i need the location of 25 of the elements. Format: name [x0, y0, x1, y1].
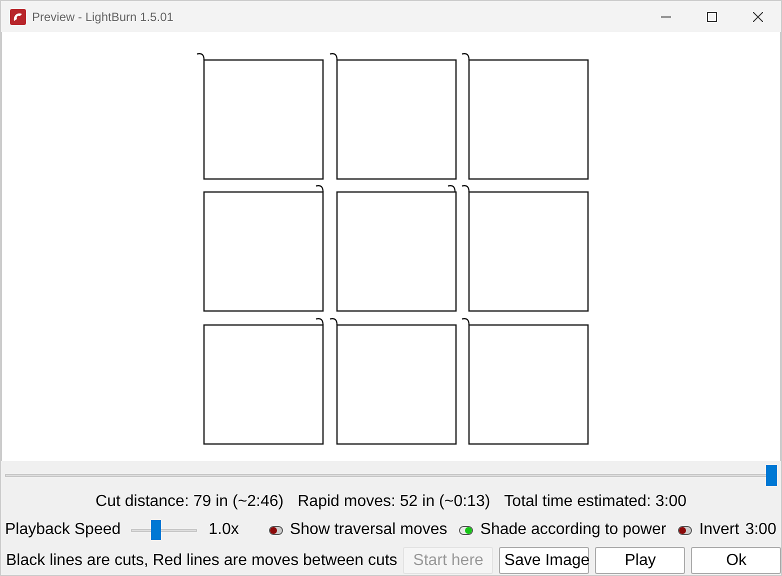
- rapid-moves-text: Rapid moves: 52 in (~0:13): [298, 493, 490, 511]
- toggle-label: Shade according to power: [480, 521, 666, 539]
- legend-text: Black lines are cuts, Red lines are moves between cuts: [6, 552, 398, 570]
- action-button[interactable]: Ok: [691, 547, 782, 574]
- maximize-icon[interactable]: [707, 12, 717, 22]
- toggle-switch[interactable]: [459, 526, 474, 534]
- app-logo-icon: [10, 8, 26, 24]
- playback-speed-label: Playback Speed: [5, 521, 121, 539]
- toggle-label: Invert: [699, 521, 740, 539]
- action-button[interactable]: Save Image: [499, 547, 590, 574]
- cut-distance-text: Cut distance: 79 in (~2:46): [96, 493, 284, 511]
- toggle-switch[interactable]: [678, 526, 692, 534]
- elapsed-time: 3:00: [745, 521, 776, 539]
- close-icon[interactable]: [753, 12, 763, 22]
- window-title: Preview - LightBurn 1.5.01: [32, 10, 174, 24]
- speed-reading: 1.0x: [208, 521, 239, 539]
- toggle-switch[interactable]: [268, 526, 283, 534]
- minimize-icon[interactable]: [661, 16, 671, 18]
- toggle-label: Show traversal moves: [290, 521, 448, 539]
- total-time-text: Total time estimated: 3:00: [504, 493, 686, 511]
- slider-handle[interactable]: [150, 520, 161, 540]
- timeline-slider[interactable]: [5, 464, 777, 486]
- action-button[interactable]: Play: [595, 547, 686, 574]
- slider-handle[interactable]: [766, 464, 777, 486]
- speed-slider[interactable]: [130, 520, 197, 540]
